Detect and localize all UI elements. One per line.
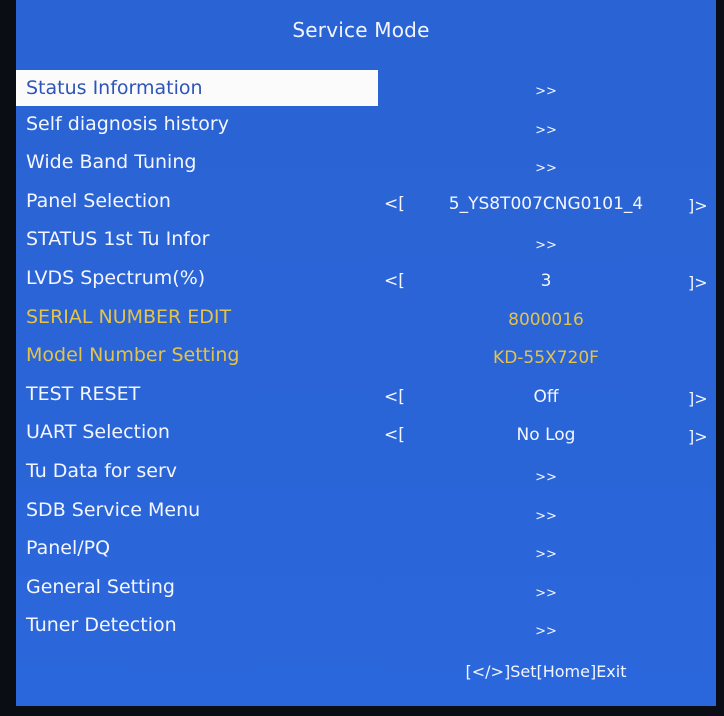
menu-item-wide-band-tuning[interactable]: Wide Band Tuning >> [16,149,706,188]
submenu-arrow: >> [535,161,557,177]
decrement-arrow[interactable]: <[ [384,194,405,214]
menu-item-label: SERIAL NUMBER EDIT [26,305,232,328]
submenu-arrow: >> [535,469,557,485]
menu-item-status-information[interactable]: Status Information >> [16,70,706,111]
decrement-arrow[interactable]: <[ [384,271,405,291]
submenu-arrow: >> [535,508,557,524]
page-title: Service Mode [292,18,430,42]
increment-arrow[interactable]: ]> [688,427,708,446]
submenu-arrow: >> [535,624,557,640]
menu-item-label: Tu Data for serv [26,459,178,482]
menu-item-serial-number-edit[interactable]: SERIAL NUMBER EDIT 8000016 [16,304,706,343]
menu-item-model-number-setting[interactable]: Model Number Setting KD-55X720F [16,342,706,381]
menu-item-label: Model Number Setting [26,344,240,367]
menu-item-label: TEST RESET [26,382,141,405]
menu-item-tuner-detection[interactable]: Tuner Detection >> [16,612,706,651]
menu-item-uart-selection[interactable]: UART Selection <[ No Log ]> [16,419,708,458]
submenu-arrow: >> [535,84,557,99]
menu-item-general-setting[interactable]: General Setting >> [16,574,706,613]
menu-item-self-diagnosis-history[interactable]: Self diagnosis history >> [16,111,706,150]
menu-item-tu-data-for-serv[interactable]: Tu Data for serv >> [16,458,706,497]
menu-item-label: Self diagnosis history [26,112,229,135]
menu-item-test-reset[interactable]: TEST RESET <[ Off ]> [16,381,708,420]
menu-item-label: STATUS 1st Tu Infor [26,228,210,251]
setting-value: 8000016 [508,309,584,330]
setting-value: 3 [540,270,552,291]
menu-item-label: UART Selection [26,421,170,444]
menu-item-panel-selection[interactable]: Panel Selection <[ 5_YS8T007CNG0101_4 ]> [16,188,708,227]
service-mode-screen: Service Mode Status Information >> Self … [16,0,716,706]
submenu-arrow: >> [535,122,557,138]
increment-arrow[interactable]: ]> [688,196,708,215]
menu-item-label: Status Information [16,70,378,106]
menu-item-panel-pq[interactable]: Panel/PQ >> [16,535,706,574]
menu-item-label: Wide Band Tuning [26,151,197,174]
menu-item-label: Panel Selection [26,189,171,212]
menu-item-label: LVDS Spectrum(%) [26,266,206,289]
menu-item-label: Panel/PQ [26,537,111,560]
menu-item-status-1st-tu-infor[interactable]: STATUS 1st Tu Infor >> [16,226,706,265]
setting-value: Off [533,386,559,407]
increment-arrow[interactable]: ]> [688,389,708,408]
submenu-arrow: >> [535,238,557,254]
service-menu: Status Information >> Self diagnosis his… [16,70,708,651]
menu-item-label: SDB Service Menu [26,498,201,521]
tv-bezel [716,0,724,716]
setting-value: No Log [516,425,576,446]
menu-item-sdb-service-menu[interactable]: SDB Service Menu >> [16,497,706,536]
submenu-arrow: >> [535,585,557,601]
submenu-arrow: >> [535,547,557,563]
decrement-arrow[interactable]: <[ [384,387,405,407]
increment-arrow[interactable]: ]> [688,273,708,292]
decrement-arrow[interactable]: <[ [384,425,405,445]
key-hint-footer: [</>]Set[Home]Exit [465,662,627,681]
menu-item-label: Tuner Detection [26,614,177,637]
menu-item-label: General Setting [26,575,175,598]
setting-value: 5_YS8T007CNG0101_4 [448,193,644,214]
setting-value: KD-55X720F [493,348,599,369]
menu-item-lvds-spectrum[interactable]: LVDS Spectrum(%) <[ 3 ]> [16,265,708,304]
